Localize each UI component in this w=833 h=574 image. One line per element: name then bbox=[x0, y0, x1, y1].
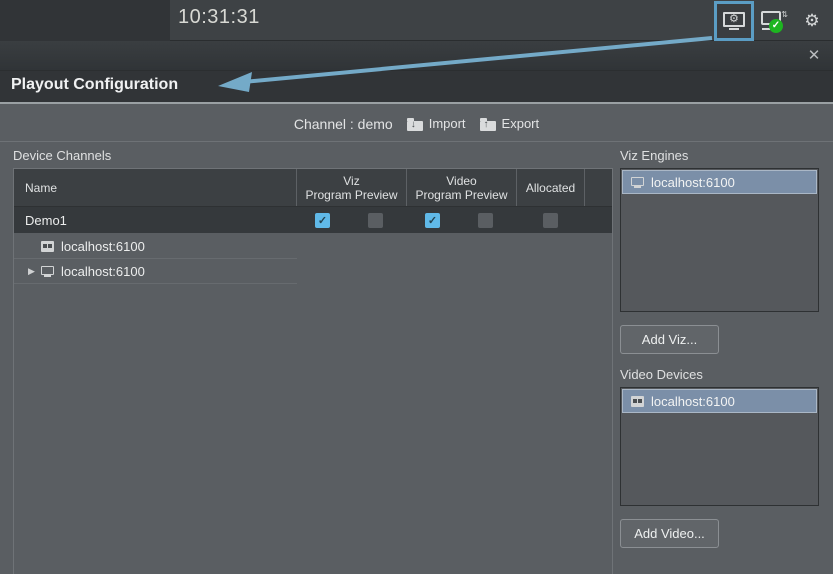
check-badge-icon: ✓ bbox=[769, 19, 783, 33]
video-device-icon bbox=[41, 241, 54, 252]
table-header-row: Name Viz Program Preview Video Program P… bbox=[14, 169, 612, 207]
video-devices-caption: Video Devices bbox=[620, 367, 820, 382]
video-checkbox-cell bbox=[407, 213, 517, 228]
device-channels-table: Name Viz Program Preview Video Program P… bbox=[13, 168, 613, 574]
device-channels-caption: Device Channels bbox=[13, 148, 613, 163]
monitor-gear-glyph: ⚙ bbox=[723, 12, 745, 30]
updown-arrows-icon: ⇅ bbox=[781, 11, 788, 19]
list-item[interactable]: ▶ localhost:6100 bbox=[14, 259, 297, 284]
add-video-button[interactable]: Add Video... bbox=[620, 519, 719, 548]
allocated-cell bbox=[517, 213, 585, 228]
viz-engine-label: localhost:6100 bbox=[651, 175, 735, 190]
gear-glyph: ⚙ bbox=[729, 15, 739, 24]
device-channels-panel: Device Channels Name Viz Program Preview… bbox=[13, 148, 613, 574]
viz-checkbox-cell bbox=[297, 213, 407, 228]
row-name-cell: Demo1 bbox=[14, 213, 297, 228]
export-button[interactable]: ↑ Export bbox=[480, 116, 540, 131]
list-item[interactable]: localhost:6100 bbox=[622, 389, 817, 413]
top-app-bar: 10:31:31 ⚙ ⇅ ✓ ⚙ bbox=[0, 0, 833, 41]
import-label: Import bbox=[429, 116, 466, 131]
dialog-header: Playout Configuration bbox=[0, 71, 833, 104]
right-side-panels: Viz Engines localhost:6100 Add Viz... Vi… bbox=[620, 148, 820, 548]
clock-display: 10:31:31 bbox=[178, 6, 260, 29]
column-header-video-sub: Program Preview bbox=[415, 188, 507, 202]
app-root: 10:31:31 ⚙ ⇅ ✓ ⚙ bbox=[0, 0, 833, 574]
topbar-icon-group: ⚙ ⇅ ✓ ⚙ bbox=[717, 0, 827, 41]
column-header-viz-title: Viz bbox=[305, 174, 397, 188]
column-header-video-title: Video bbox=[415, 174, 507, 188]
channel-toolbar: Channel : demo ↓ Import ↑ Export bbox=[0, 106, 833, 142]
monitor-icon bbox=[41, 266, 54, 277]
monitor-stand-shape bbox=[729, 28, 739, 30]
dialog-body: Channel : demo ↓ Import ↑ Export Device … bbox=[0, 106, 833, 574]
page-title: Playout Configuration bbox=[11, 76, 178, 94]
list-item[interactable]: localhost:6100 bbox=[14, 234, 297, 259]
column-header-extra bbox=[585, 169, 611, 206]
child-label: localhost:6100 bbox=[61, 239, 145, 254]
monitor-gear-icon[interactable]: ⚙ bbox=[717, 4, 751, 38]
viz-program-checkbox[interactable] bbox=[315, 213, 330, 228]
settings-gear-icon[interactable]: ⚙ bbox=[797, 6, 827, 36]
column-header-allocated[interactable]: Allocated bbox=[517, 169, 585, 206]
export-folder-icon: ↑ bbox=[480, 117, 496, 131]
import-folder-icon: ↓ bbox=[407, 117, 423, 131]
import-button[interactable]: ↓ Import bbox=[407, 116, 466, 131]
add-viz-button[interactable]: Add Viz... bbox=[620, 325, 719, 354]
viz-preview-checkbox[interactable] bbox=[368, 213, 383, 228]
video-device-label: localhost:6100 bbox=[651, 394, 735, 409]
monitor-icon bbox=[631, 177, 644, 188]
video-program-checkbox[interactable] bbox=[425, 213, 440, 228]
dialog-title-bar: ✕ bbox=[0, 41, 833, 71]
viz-engines-list[interactable]: localhost:6100 bbox=[620, 168, 819, 312]
topbar-left-block bbox=[0, 0, 170, 41]
expand-chevron-icon[interactable]: ▶ bbox=[28, 266, 35, 277]
gear-glyph: ⚙ bbox=[804, 12, 819, 29]
list-item[interactable]: localhost:6100 bbox=[622, 170, 817, 194]
channel-label: Channel : demo bbox=[294, 116, 393, 132]
close-icon[interactable]: ✕ bbox=[805, 47, 823, 65]
column-header-video[interactable]: Video Program Preview bbox=[407, 169, 517, 206]
export-label: Export bbox=[502, 116, 540, 131]
monitor-status-icon[interactable]: ⇅ ✓ bbox=[759, 6, 789, 36]
video-device-icon bbox=[631, 396, 644, 407]
allocated-checkbox[interactable] bbox=[543, 213, 558, 228]
table-row[interactable]: Demo1 bbox=[14, 207, 612, 234]
column-header-name[interactable]: Name bbox=[14, 169, 297, 206]
video-preview-checkbox[interactable] bbox=[478, 213, 493, 228]
viz-engines-caption: Viz Engines bbox=[620, 148, 820, 163]
monitor-status-glyph: ⇅ ✓ bbox=[761, 11, 787, 31]
column-header-viz[interactable]: Viz Program Preview bbox=[297, 169, 407, 206]
column-header-viz-sub: Program Preview bbox=[305, 188, 397, 202]
child-label: localhost:6100 bbox=[61, 264, 145, 279]
video-devices-list[interactable]: localhost:6100 bbox=[620, 387, 819, 506]
